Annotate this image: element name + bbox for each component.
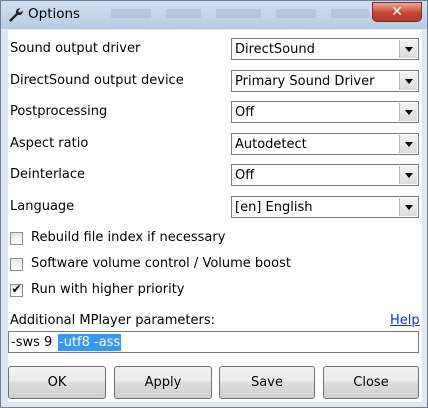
rebuild-index-checkbox[interactable] bbox=[10, 232, 23, 245]
aspect-ratio-label: Aspect ratio bbox=[10, 136, 89, 151]
options-panel: Sound output driver DirectSound DirectSo… bbox=[8, 30, 422, 402]
options-window: Options ✕ Sound output driver DirectSoun… bbox=[0, 0, 428, 408]
sound-output-driver-label: Sound output driver bbox=[10, 41, 141, 56]
language-value: [en] English bbox=[235, 200, 313, 215]
deinterlace-value: Off bbox=[235, 168, 255, 183]
postprocessing-select[interactable]: Off bbox=[231, 101, 419, 123]
directsound-output-device-select[interactable]: Primary Sound Driver bbox=[231, 70, 419, 92]
mplayer-params-label: Additional MPlayer parameters: bbox=[10, 313, 215, 328]
apply-button[interactable]: Apply bbox=[114, 366, 212, 399]
directsound-output-device-label: DirectSound output device bbox=[10, 73, 184, 88]
chevron-down-icon[interactable] bbox=[399, 166, 417, 184]
title-bar[interactable]: Options ✕ bbox=[1, 1, 427, 29]
higher-priority-checkbox[interactable]: ✔ bbox=[10, 282, 23, 297]
close-window-button[interactable]: ✕ bbox=[372, 2, 422, 22]
higher-priority-label[interactable]: Run with higher priority bbox=[31, 282, 185, 297]
software-volume-label[interactable]: Software volume control / Volume boost bbox=[31, 256, 291, 271]
postprocessing-label: Postprocessing bbox=[10, 104, 108, 119]
help-link[interactable]: Help bbox=[390, 313, 420, 328]
directsound-output-device-value: Primary Sound Driver bbox=[235, 74, 375, 89]
chevron-down-icon[interactable] bbox=[399, 40, 417, 58]
postprocessing-value: Off bbox=[235, 105, 255, 120]
chevron-down-icon[interactable] bbox=[399, 135, 417, 153]
sound-output-driver-value: DirectSound bbox=[235, 42, 315, 57]
software-volume-checkbox[interactable] bbox=[10, 258, 23, 271]
language-select[interactable]: [en] English bbox=[231, 196, 419, 218]
background-window-blur bbox=[111, 9, 369, 18]
chevron-down-icon[interactable] bbox=[399, 198, 417, 216]
ok-button[interactable]: OK bbox=[8, 366, 106, 399]
deinterlace-select[interactable]: Off bbox=[231, 164, 419, 186]
params-text: -sws 9 bbox=[11, 335, 57, 350]
save-button[interactable]: Save bbox=[219, 366, 315, 399]
mplayer-params-input[interactable]: -sws 9 -utf8 -ass bbox=[8, 331, 419, 353]
chevron-down-icon[interactable] bbox=[399, 72, 417, 90]
wrench-icon bbox=[9, 8, 23, 22]
chevron-down-icon[interactable] bbox=[399, 103, 417, 121]
window-title: Options bbox=[28, 6, 81, 22]
deinterlace-label: Deinterlace bbox=[10, 167, 86, 182]
rebuild-index-label[interactable]: Rebuild file index if necessary bbox=[31, 230, 225, 245]
close-x-icon: ✕ bbox=[391, 4, 403, 20]
params-selected-text: -utf8 -ass bbox=[58, 334, 122, 351]
sound-output-driver-select[interactable]: DirectSound bbox=[231, 38, 419, 60]
close-button[interactable]: Close bbox=[323, 366, 419, 399]
checkmark-icon: ✔ bbox=[11, 282, 22, 296]
aspect-ratio-value: Autodetect bbox=[235, 137, 307, 152]
aspect-ratio-select[interactable]: Autodetect bbox=[231, 133, 419, 155]
language-label: Language bbox=[10, 199, 75, 214]
